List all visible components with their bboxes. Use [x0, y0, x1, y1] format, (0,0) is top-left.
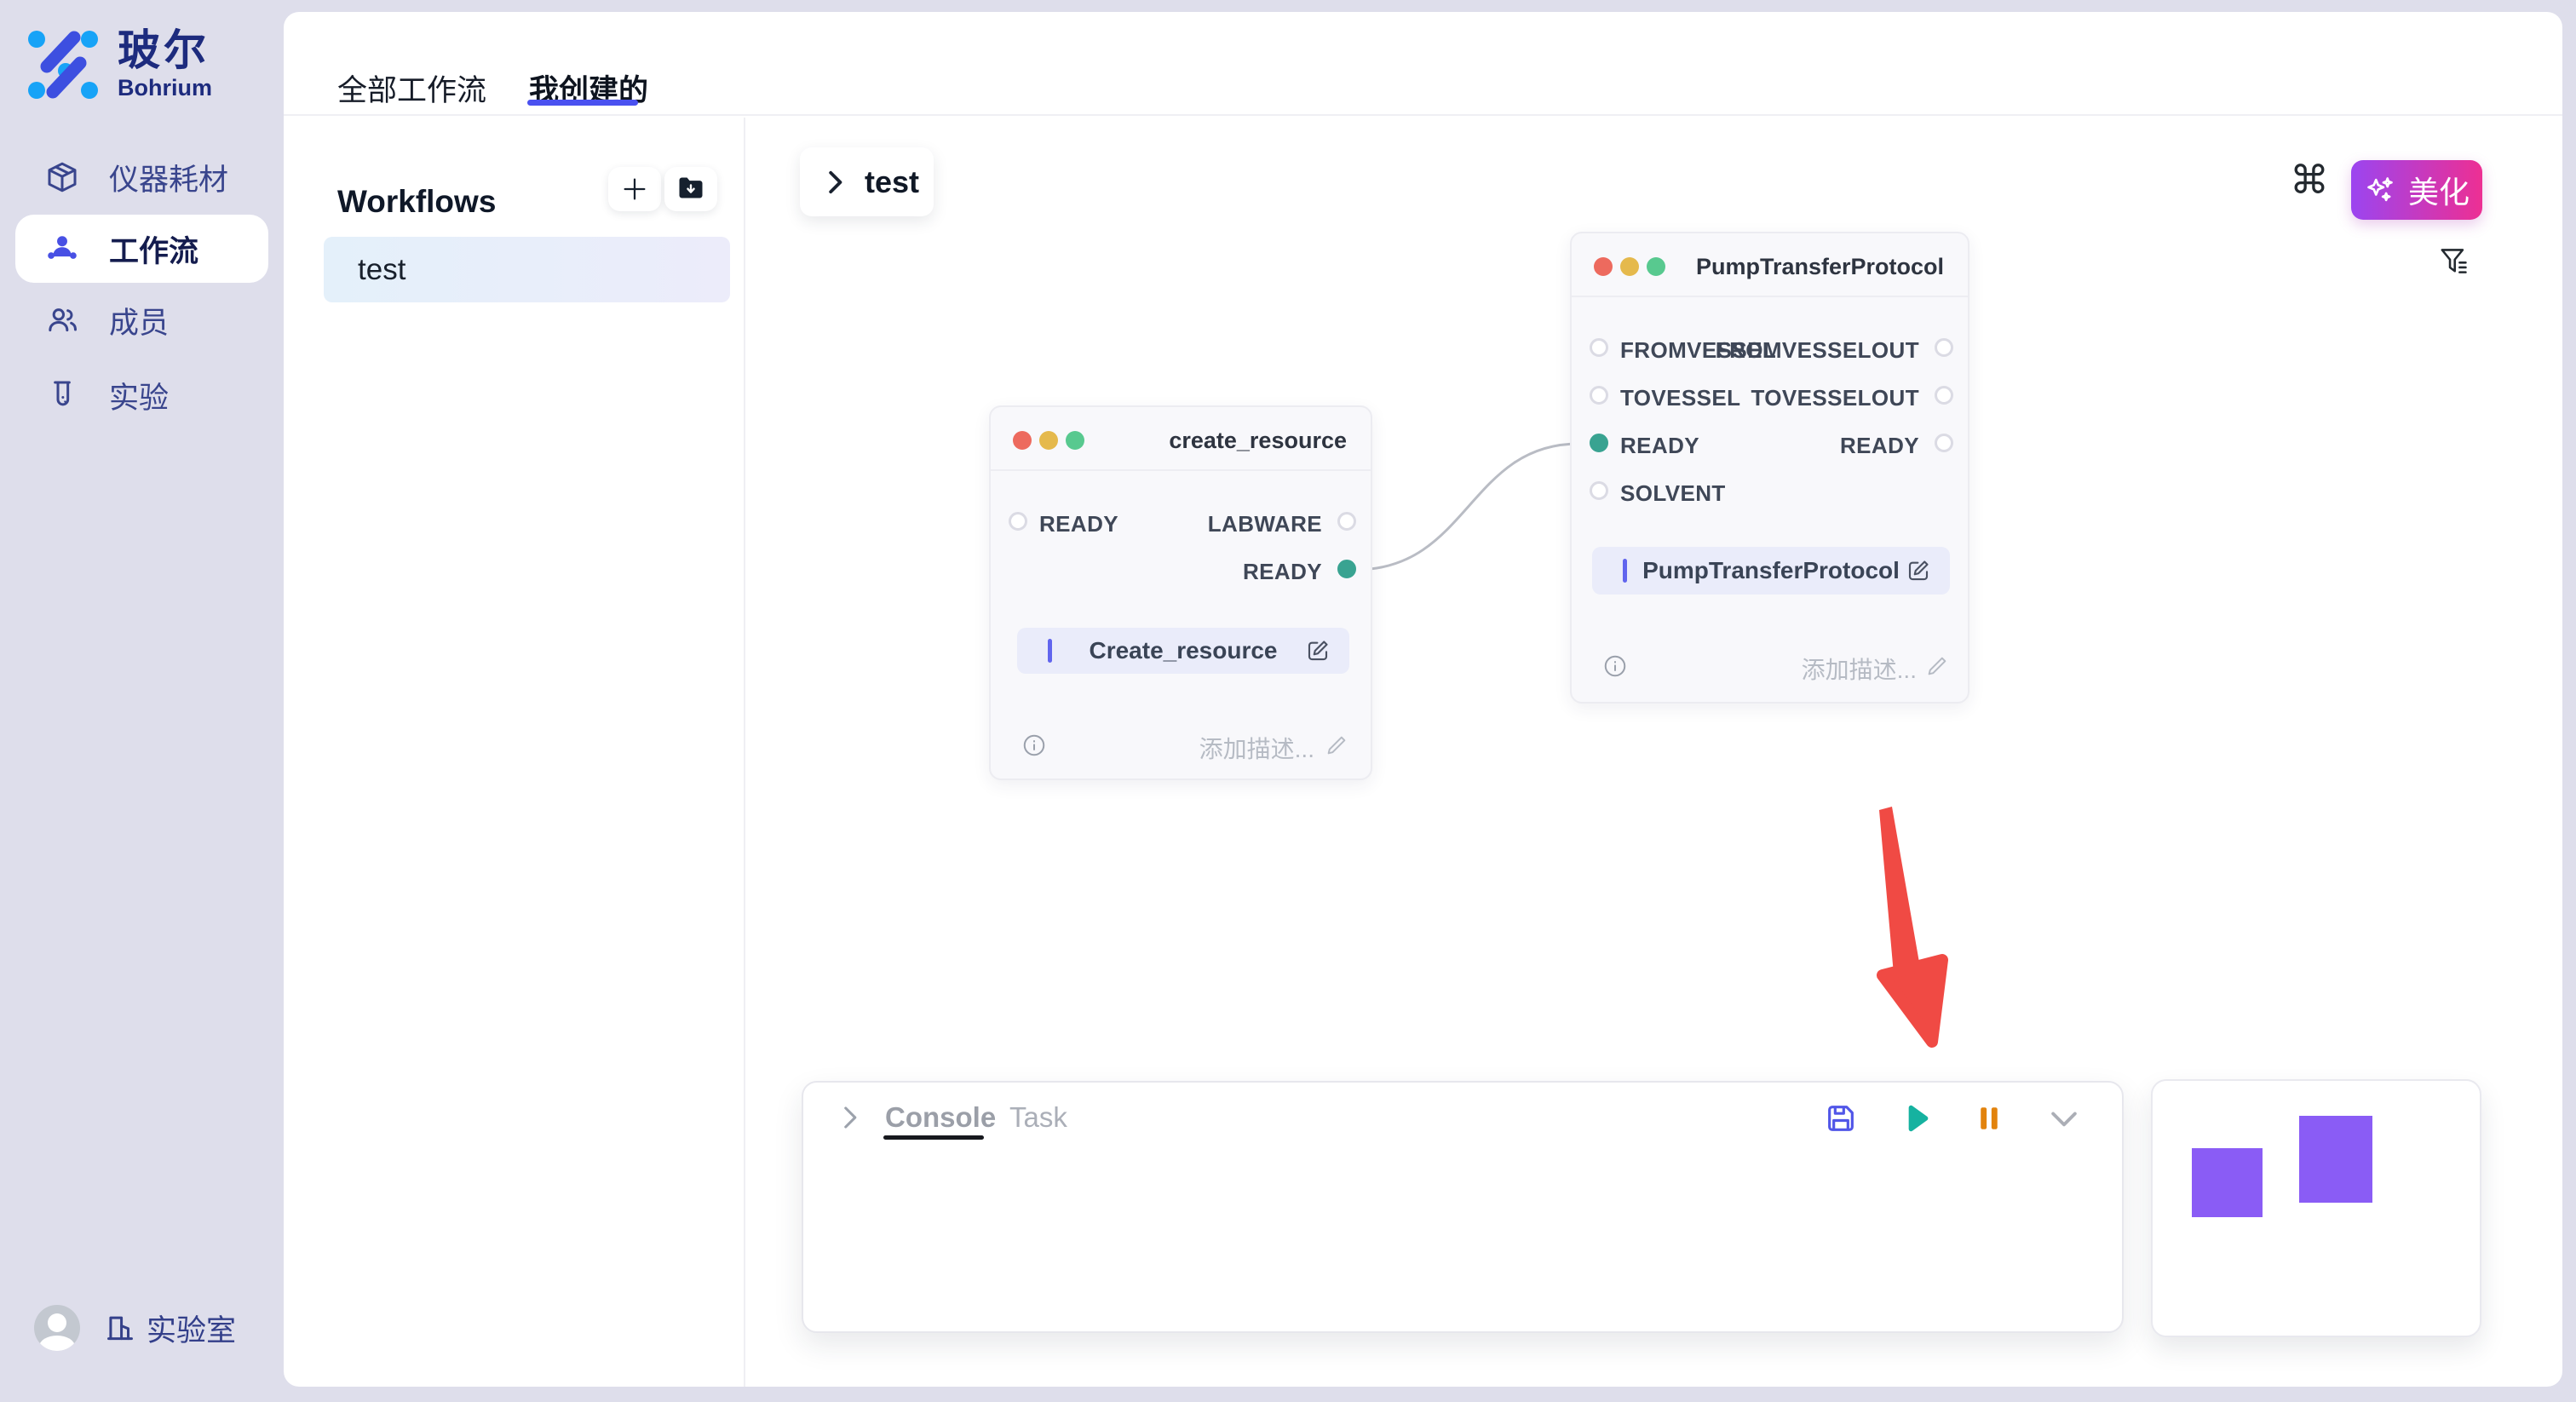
workflows-heading: Workflows	[337, 184, 496, 220]
node-header: PumpTransferProtocol	[1572, 233, 1968, 297]
description-placeholder[interactable]: 添加描述...	[1802, 652, 1917, 686]
node-title: PumpTransferProtocol	[1696, 254, 1944, 280]
port-label: READY	[1039, 511, 1118, 537]
minimap-node	[2192, 1148, 2263, 1217]
sidebar-item-label: 工作流	[109, 227, 198, 271]
description-placeholder[interactable]: 添加描述...	[1199, 731, 1314, 765]
sparkles-icon	[2364, 174, 2396, 206]
user-avatar[interactable]	[34, 1305, 80, 1351]
app-subtitle: Bohrium	[118, 75, 212, 101]
workflow-list-item-test[interactable]: test	[324, 237, 730, 302]
red-arrow-annotation	[1857, 796, 1968, 1065]
pill-label: Create_resource	[1017, 637, 1349, 664]
test-tube-icon	[44, 377, 80, 413]
pause-icon[interactable]	[1974, 1101, 2004, 1135]
sidebar-item-label: 仪器耗材	[109, 156, 228, 199]
workflow-list-panel: Workflows test	[284, 118, 745, 1387]
sidebar-menu: 仪器耗材 工作流 成员	[0, 140, 284, 433]
building-icon	[104, 1312, 136, 1344]
package-icon	[44, 159, 80, 195]
chevron-right-icon	[824, 169, 846, 196]
port-label: LABWARE	[1208, 511, 1322, 537]
app-logo: 玻尔 Bohrium	[26, 27, 212, 102]
port-label: TOVESSEL	[1620, 385, 1740, 411]
tab-console[interactable]: Console	[885, 1101, 996, 1134]
run-icon[interactable]	[1899, 1101, 1933, 1135]
node-create-resource[interactable]: create_resource READY LABWARE READY Crea…	[989, 405, 1372, 780]
port-label: READY	[1840, 433, 1919, 459]
console-panel: Console Task	[802, 1081, 2124, 1333]
pencil-icon[interactable]	[1925, 654, 1949, 678]
port-label: READY	[1620, 433, 1699, 459]
beautify-label: 美化	[2408, 168, 2470, 212]
active-tab-underline	[527, 100, 638, 106]
output-port-tovesselout[interactable]	[1935, 386, 1953, 405]
sidebar-item-workflows[interactable]: 工作流	[15, 215, 268, 283]
breadcrumb-label: test	[865, 164, 919, 200]
tab-task[interactable]: Task	[1009, 1101, 1067, 1134]
input-port-fromvessel[interactable]	[1590, 338, 1608, 357]
tab-all-workflows[interactable]: 全部工作流	[337, 66, 486, 110]
console-expand-icon[interactable]	[837, 1103, 861, 1132]
pill-accent-bar	[1048, 639, 1052, 663]
output-port-ready[interactable]	[1935, 434, 1953, 452]
node-action-pill[interactable]: Create_resource	[1017, 628, 1349, 674]
node-header: create_resource	[991, 407, 1371, 471]
bohrium-logo-icon	[26, 27, 101, 102]
lab-label: 实验室	[147, 1307, 236, 1350]
traffic-dots-icon	[1594, 257, 1665, 276]
lab-switcher[interactable]: 实验室	[104, 1307, 236, 1350]
edit-icon[interactable]	[1906, 558, 1931, 583]
output-port-fromvesselout[interactable]	[1935, 338, 1953, 357]
save-icon[interactable]	[1824, 1101, 1858, 1135]
port-label: FROMVESSELOUT	[1716, 337, 1919, 364]
input-port-ready-connected[interactable]	[1590, 434, 1608, 452]
output-port-ready-connected[interactable]	[1337, 560, 1356, 578]
sidebar-item-instruments[interactable]: 仪器耗材	[0, 140, 284, 215]
pill-accent-bar	[1623, 559, 1627, 583]
port-label: TOVESSELOUT	[1751, 385, 1919, 411]
minimap-node	[2299, 1116, 2372, 1203]
node-title: create_resource	[1169, 428, 1347, 454]
port-label: READY	[1243, 559, 1322, 585]
folder-download-icon	[676, 174, 706, 204]
input-port-ready[interactable]	[1009, 512, 1027, 531]
filter-icon[interactable]	[2440, 246, 2469, 280]
members-icon	[44, 302, 80, 338]
pill-label: PumpTransferProtocol	[1592, 557, 1950, 584]
info-icon[interactable]	[1602, 653, 1628, 679]
app-title: 玻尔	[118, 28, 212, 73]
sidebar-item-label: 成员	[109, 299, 169, 342]
input-port-tovessel[interactable]	[1590, 386, 1608, 405]
port-label: SOLVENT	[1620, 480, 1726, 507]
node-pump-transfer-protocol[interactable]: PumpTransferProtocol FROMVESSEL FROMVESS…	[1570, 232, 1969, 704]
output-port-labware[interactable]	[1337, 512, 1356, 531]
breadcrumb[interactable]: test	[800, 147, 934, 216]
command-icon[interactable]: ⌘	[2290, 160, 2329, 199]
input-port-solvent[interactable]	[1590, 481, 1608, 500]
edit-icon[interactable]	[1305, 638, 1331, 664]
import-workflow-button[interactable]	[664, 167, 717, 211]
pencil-icon[interactable]	[1325, 733, 1348, 757]
workflow-person-icon	[44, 231, 80, 267]
minimap-panel[interactable]	[2151, 1079, 2481, 1337]
plus-icon	[620, 175, 649, 204]
top-tabs: 全部工作流 我创建的	[284, 12, 2562, 116]
traffic-dots-icon	[1013, 431, 1084, 450]
sidebar-item-label: 实验	[109, 374, 169, 417]
sidebar: 玻尔 Bohrium 仪器耗材 工作流	[0, 0, 284, 1402]
node-action-pill[interactable]: PumpTransferProtocol	[1592, 547, 1950, 595]
collapse-icon[interactable]	[2045, 1100, 2083, 1137]
beautify-button[interactable]: 美化	[2351, 160, 2482, 220]
sidebar-item-experiments[interactable]: 实验	[0, 358, 284, 433]
console-tab-underline	[883, 1135, 984, 1140]
info-icon[interactable]	[1021, 733, 1047, 758]
workflow-item-label: test	[358, 253, 405, 287]
sidebar-item-members[interactable]: 成员	[0, 283, 284, 358]
add-workflow-button[interactable]	[608, 167, 661, 211]
